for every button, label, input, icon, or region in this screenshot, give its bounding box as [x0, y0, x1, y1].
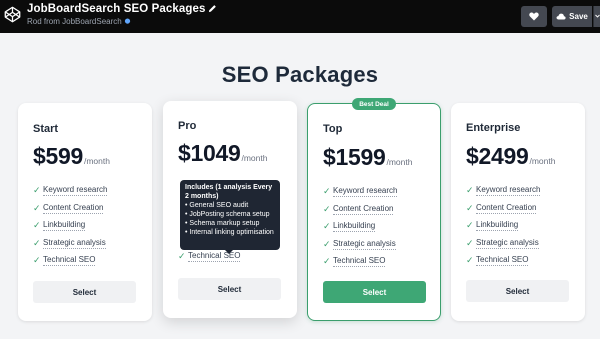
- title-block: JobBoardSearch SEO Packages Rod from Job…: [27, 3, 217, 26]
- plan-name: Start: [33, 123, 59, 135]
- feature-tooltip: Includes (1 analysis Every 2 months) • G…: [180, 180, 280, 254]
- check-icon: ✓: [466, 237, 474, 248]
- check-icon: ✓: [323, 256, 331, 267]
- check-icon: ✓: [323, 186, 331, 197]
- author-name[interactable]: Rod from JobBoardSearch: [27, 17, 122, 26]
- feature-item: ✓ Strategic analysis: [323, 238, 396, 250]
- select-button[interactable]: Select: [466, 280, 569, 302]
- check-icon: ✓: [33, 202, 41, 213]
- feature-item: ✓ Strategic analysis: [466, 237, 539, 249]
- feature-list: ✓ Keyword research ✓ Content Creation ✓ Lin…: [33, 182, 108, 270]
- heart-button[interactable]: [521, 6, 547, 27]
- feature-item: ✓ Linkbuilding: [33, 220, 86, 232]
- plan-card-enterprise: Enterprise $2499/month ✓ Keyword research…: [451, 103, 585, 321]
- check-icon: ✓: [466, 255, 474, 266]
- tooltip-title: Includes (1 analysis Every 2 months): [185, 184, 273, 200]
- select-button[interactable]: Select: [33, 281, 136, 303]
- check-icon: ✓: [33, 255, 41, 266]
- plan-card-start: Start $599/month ✓ Keyword research ✓ Cont…: [18, 103, 152, 321]
- feature-item: ✓ Linkbuilding: [466, 220, 519, 232]
- heart-icon: [529, 12, 539, 21]
- price-amount: $1599: [323, 144, 386, 170]
- price-period: /month: [83, 156, 110, 166]
- codepen-logo-icon[interactable]: [4, 6, 21, 23]
- check-icon: ✓: [466, 185, 474, 196]
- pen-title[interactable]: JobBoardSearch SEO Packages: [27, 3, 217, 15]
- feature-item: ✓ Strategic analysis: [33, 237, 106, 249]
- price-period: /month: [241, 153, 268, 163]
- tooltip-item: • Internal linking optimisation: [185, 229, 274, 236]
- price-amount: $1049: [178, 140, 241, 166]
- check-icon: ✓: [466, 202, 474, 213]
- chevron-down-icon: [595, 14, 600, 18]
- best-deal-badge: Best Deal: [352, 98, 396, 110]
- price-period: /month: [529, 156, 556, 166]
- check-icon: ✓: [33, 185, 41, 196]
- plan-card-top: Top $1599/month ✓ Keyword research ✓ Conte…: [307, 103, 441, 321]
- save-label: Save: [569, 12, 588, 21]
- feature-item: ✓ Technical SEO: [466, 255, 529, 267]
- feature-item: ✓ Keyword research: [466, 185, 541, 197]
- save-button[interactable]: Save: [552, 6, 592, 27]
- plan-price: $1049/month: [178, 140, 267, 167]
- check-icon: ✓: [323, 203, 331, 214]
- select-button[interactable]: Select: [323, 281, 426, 303]
- plan-name: Enterprise: [466, 122, 521, 134]
- price-amount: $599: [33, 143, 83, 169]
- check-icon: ✓: [178, 251, 186, 262]
- plan-price: $599/month: [33, 143, 110, 170]
- plan-name: Top: [323, 123, 343, 135]
- tooltip-item: • JobPosting schema setup: [185, 211, 270, 218]
- tooltip-item: • General SEO audit: [185, 202, 249, 209]
- price-period: /month: [386, 157, 413, 167]
- plan-price: $1599/month: [323, 144, 412, 171]
- check-icon: ✓: [323, 238, 331, 249]
- page-title: SEO Packages: [221, 62, 379, 87]
- feature-item: ✓ Linkbuilding: [323, 221, 376, 233]
- feature-item: ✓ Technical SEO: [323, 256, 386, 268]
- tooltip-arrow: [225, 250, 233, 254]
- check-icon: ✓: [323, 221, 331, 232]
- check-icon: ✓: [33, 237, 41, 248]
- check-icon: ✓: [466, 220, 474, 231]
- price-amount: $2499: [466, 143, 529, 169]
- check-icon: ✓: [33, 220, 41, 231]
- feature-list: ✓ Keyword research ✓ Content Creation ✓ Lin…: [323, 183, 398, 271]
- feature-item: ✓ Keyword research: [323, 186, 398, 198]
- plan-name: Pro: [178, 120, 197, 132]
- feature-item: ✓ Content Creation: [466, 202, 537, 214]
- feature-list: ✓ Keyword research ✓ Content Creation ✓ Lin…: [466, 182, 541, 270]
- pen-title-text: JobBoardSearch SEO Packages: [27, 3, 206, 15]
- feature-item: ✓ Content Creation: [33, 202, 104, 214]
- cloud-icon: [556, 13, 566, 20]
- feature-item: ✓ Keyword research: [33, 185, 108, 197]
- feature-item: ✓ Technical SEO: [33, 255, 96, 267]
- feature-item: ✓ Content Creation: [323, 203, 394, 215]
- author-line: Rod from JobBoardSearch: [27, 17, 217, 26]
- tooltip-item: • Schema markup setup: [185, 220, 260, 227]
- pin-icon: [124, 18, 130, 24]
- plan-price: $2499/month: [466, 143, 555, 170]
- pencil-icon[interactable]: [208, 4, 217, 13]
- save-options-button[interactable]: [593, 6, 600, 27]
- top-bar: JobBoardSearch SEO Packages Rod from Job…: [0, 0, 600, 33]
- select-button[interactable]: Select: [178, 278, 281, 300]
